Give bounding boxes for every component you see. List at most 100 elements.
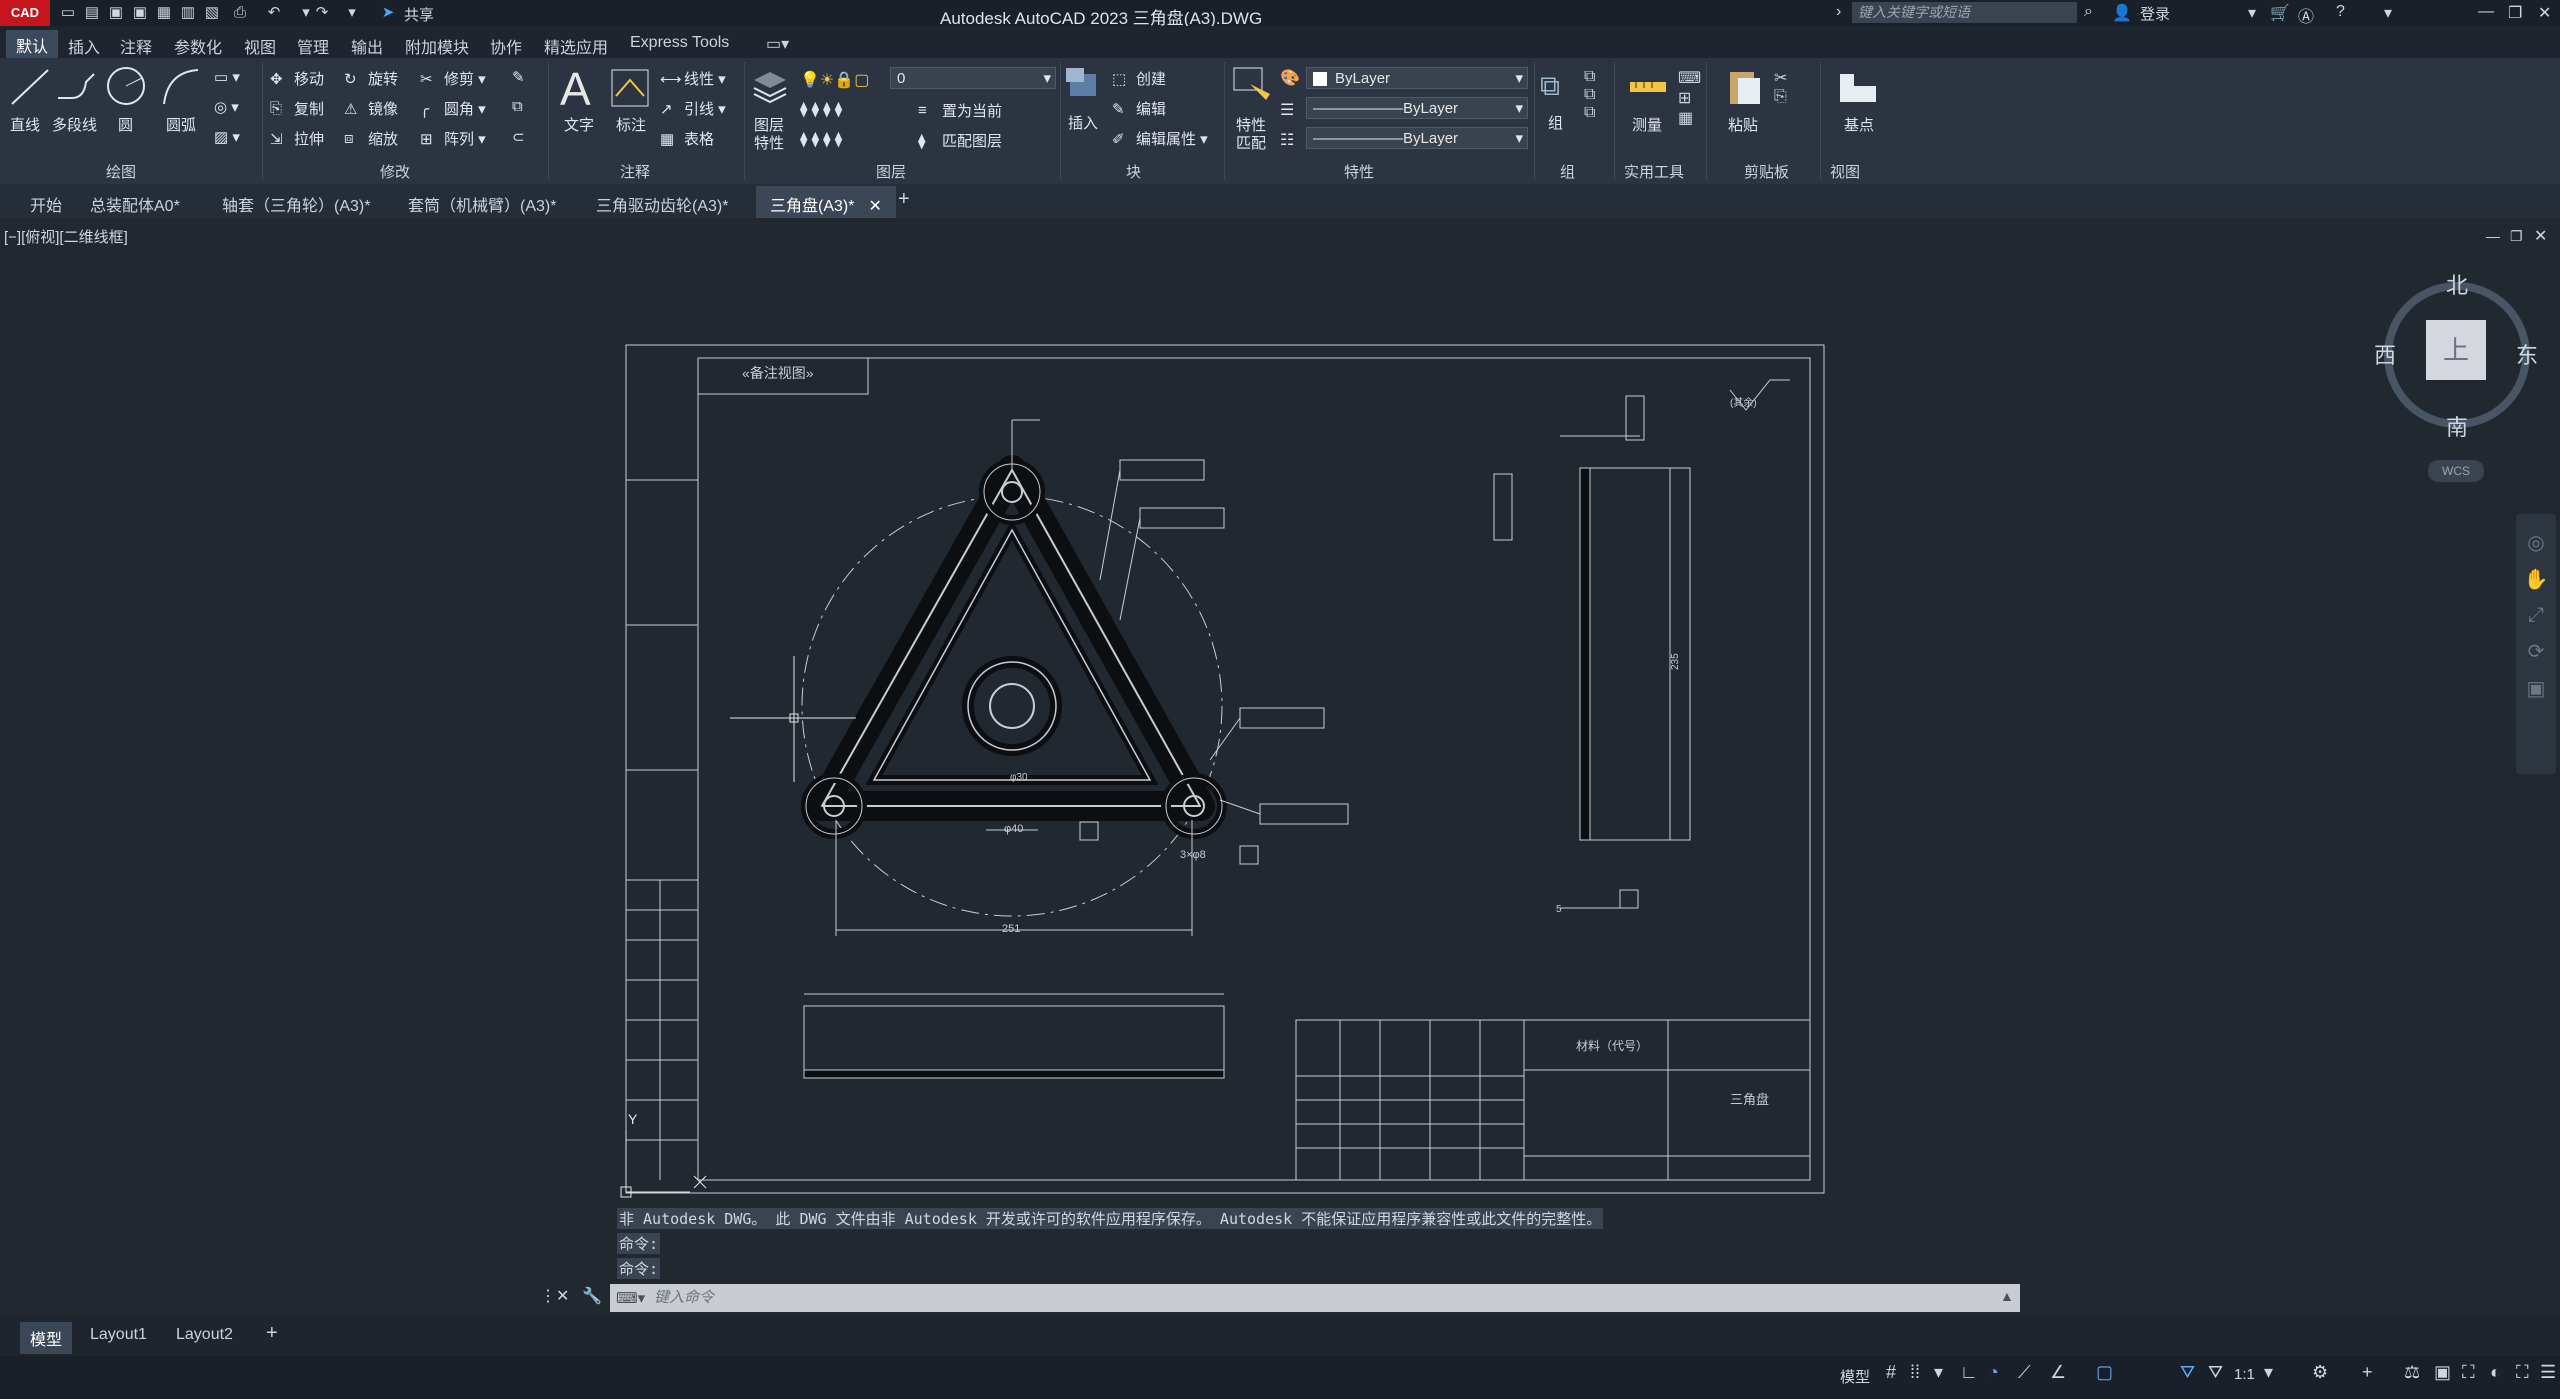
autodesk-app-icon[interactable]: Ⓐ — [2298, 3, 2314, 27]
insert-block-button[interactable]: 插入 — [1068, 112, 1098, 133]
quick-properties-icon[interactable]: ▣ — [2434, 1362, 2451, 1383]
annotation-visibility-icon[interactable]: ⛛ — [2180, 1362, 2195, 1383]
viewcube-south[interactable]: 南 — [2446, 410, 2468, 442]
new-tab-button[interactable]: + — [898, 188, 910, 211]
steering-wheel-icon[interactable]: ◎ — [2516, 530, 2556, 555]
measure-icon[interactable] — [1626, 64, 1670, 108]
tab-collaborate[interactable]: 协作 — [490, 34, 522, 58]
text-button[interactable]: 文字 — [564, 114, 594, 135]
layout-tab-layout2[interactable]: Layout2 — [176, 1326, 233, 1344]
utilities-panel-label[interactable]: 实用工具 — [1624, 161, 1684, 182]
match-properties-label2[interactable]: 匹配 — [1236, 132, 1266, 153]
share-icon[interactable]: ➤ — [378, 3, 398, 23]
customize-status-icon[interactable]: ☰ — [2540, 1362, 2556, 1383]
open-folder-icon[interactable]: ▤ — [82, 3, 102, 23]
layout-tab-model[interactable]: 模型 — [20, 1322, 73, 1354]
showmotion-icon[interactable]: ▣ — [2516, 676, 2556, 701]
circle-button[interactable]: 圆 — [118, 114, 133, 135]
polar-tracking-icon[interactable]: ◔ — [1988, 1362, 1999, 1383]
tab-annotate[interactable]: 注释 — [120, 34, 152, 58]
save-as-icon[interactable]: ▣ — [130, 3, 150, 23]
layer-properties-icon[interactable] — [748, 64, 792, 108]
maximize-icon[interactable]: ❐ — [2508, 3, 2522, 23]
lock-ui-icon[interactable]: ⛶ — [2462, 1362, 2475, 1383]
help-dropdown-icon[interactable]: ▾ — [2384, 3, 2392, 23]
pan-icon[interactable]: ✋ — [2516, 567, 2556, 592]
group-tools-icons[interactable]: ⧉ ⧉ ⧉ — [1584, 68, 1595, 122]
match-properties-icon[interactable] — [1230, 64, 1274, 108]
polyline-icon[interactable] — [54, 64, 98, 108]
scale-button[interactable]: ⧈ 缩放 — [344, 128, 398, 150]
doc-tab-shaft-sleeve[interactable]: 轴套（三角轮）(A3)* — [222, 192, 370, 216]
tab-express-tools[interactable]: Express Tools — [630, 34, 729, 52]
edit-block-button[interactable]: ✎ 编辑 — [1112, 98, 1166, 120]
copy-button[interactable]: ⎘ 复制 — [270, 98, 324, 120]
color-wheel-icon[interactable]: 🎨 — [1280, 68, 1300, 88]
snap-dropdown-icon[interactable]: ▾ — [1934, 1362, 1943, 1383]
leader-button[interactable]: ↗ 引线 ▾ — [660, 98, 726, 120]
annotation-panel-label[interactable]: 注释 — [620, 161, 650, 182]
linetype-icon[interactable]: ☰ — [1280, 100, 1294, 120]
tab-view[interactable]: 视图 — [244, 34, 276, 58]
polyline-button[interactable]: 多段线 — [52, 114, 97, 135]
linear-button[interactable]: ⟷ 线性 ▾ — [660, 68, 726, 90]
arc-button[interactable]: 圆弧 — [166, 114, 196, 135]
layers-panel-label[interactable]: 图层 — [876, 161, 906, 182]
command-grip-icon[interactable]: ⋮ — [540, 1286, 556, 1306]
save-icon[interactable]: ▣ — [106, 3, 126, 23]
command-history-toggle-icon[interactable]: ▲ — [2000, 1288, 2014, 1304]
doc-tab-start[interactable]: 开始 — [30, 192, 62, 216]
fullscreen-icon[interactable]: ⛶ — [2516, 1362, 2529, 1383]
offset-icon[interactable]: ⊂ — [512, 128, 525, 146]
hatch-icon[interactable]: ◎ ▾ — [214, 98, 239, 116]
undo-icon[interactable]: ↶ — [264, 3, 284, 23]
text-icon[interactable]: A — [560, 62, 591, 116]
help-icon[interactable]: ? — [2336, 3, 2345, 21]
annotation-monitor-icon[interactable]: + — [2362, 1362, 2373, 1383]
layer-tools-row2-icons[interactable]: ⧫ ⧫ ⧫ ⧫ — [800, 130, 842, 148]
login-dropdown-icon[interactable]: ▾ — [2248, 3, 2256, 23]
edit-attributes-button[interactable]: ✐ 编辑属性 ▾ — [1112, 128, 1208, 150]
arc-icon[interactable] — [158, 64, 202, 108]
share-button[interactable]: 共享 — [404, 4, 434, 25]
draw-panel-label[interactable]: 绘图 — [106, 161, 136, 182]
doc-tab-sleeve-arm[interactable]: 套筒（机械臂）(A3)* — [408, 192, 556, 216]
command-input[interactable]: 键入命令 — [610, 1284, 2020, 1312]
layout-tab-layout1[interactable]: Layout1 — [90, 1326, 147, 1344]
paste-icon[interactable] — [1722, 64, 1766, 108]
command-close-icon[interactable]: ✕ — [556, 1286, 569, 1306]
fillet-button[interactable]: ╭ 圆角 ▾ — [420, 98, 486, 120]
plot-icon[interactable]: ⎙ — [230, 3, 250, 23]
doc-tab-assembly[interactable]: 总装配体A0* — [90, 192, 180, 216]
gradient-icon[interactable]: ▨ ▾ — [214, 128, 240, 146]
search-expand-icon[interactable]: › — [1836, 3, 1841, 21]
layer-properties-label2[interactable]: 特性 — [754, 132, 784, 153]
groups-panel-label[interactable]: 组 — [1560, 161, 1575, 182]
viewcube-east[interactable]: 东 — [2516, 338, 2538, 370]
close-icon[interactable]: ✕ — [2538, 3, 2551, 23]
tab-parametric[interactable]: 参数化 — [174, 34, 222, 58]
color-dropdown[interactable]: ByLayer ▾ — [1306, 67, 1528, 89]
table-button[interactable]: ▦ 表格 — [660, 128, 714, 150]
create-block-button[interactable]: ⬚ 创建 — [1112, 68, 1166, 90]
search-icon[interactable]: ⌕ — [2084, 3, 2093, 21]
model-space-button[interactable]: 模型 — [1840, 1366, 1870, 1387]
app-logo[interactable]: CAD — [0, 0, 50, 26]
tab-manage[interactable]: 管理 — [297, 34, 329, 58]
grid-icon[interactable]: # — [1886, 1362, 1896, 1383]
tab-addins[interactable]: 附加模块 — [405, 34, 469, 58]
array-button[interactable]: ⊞ 阵列 ▾ — [420, 128, 486, 150]
lineweight-icon[interactable]: ☷ — [1280, 130, 1294, 150]
group-button[interactable]: 组 — [1548, 112, 1563, 133]
ortho-icon[interactable]: ∟ — [1960, 1362, 1978, 1383]
properties-panel-label[interactable]: 特性 — [1344, 161, 1374, 182]
view-panel-label[interactable]: 视图 — [1830, 161, 1860, 182]
object-snap-tracking-icon[interactable]: ∠ — [2050, 1362, 2066, 1383]
line-icon[interactable] — [8, 64, 52, 108]
tab-insert[interactable]: 插入 — [68, 34, 100, 58]
object-snap-icon[interactable]: ▢ — [2096, 1362, 2113, 1383]
stretch-button[interactable]: ⇲ 拉伸 — [270, 128, 324, 150]
user-icon[interactable]: 👤 — [2112, 3, 2132, 23]
cart-icon[interactable]: 🛒 — [2270, 3, 2290, 23]
dimension-button[interactable]: 标注 — [616, 114, 646, 135]
